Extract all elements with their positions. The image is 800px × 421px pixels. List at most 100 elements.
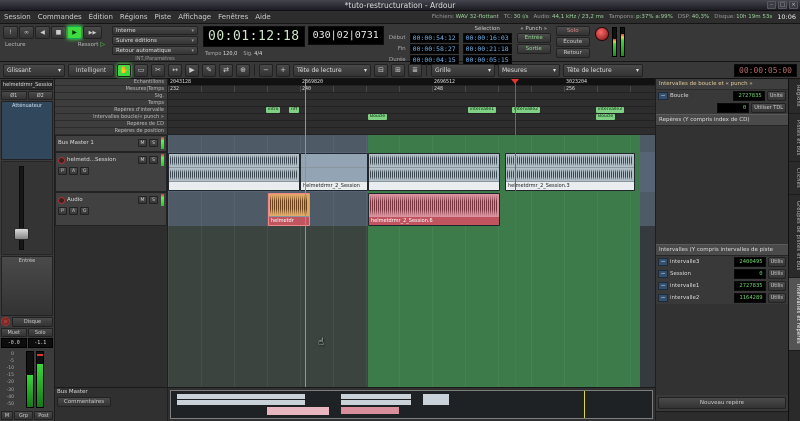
menu-regions[interactable]: Régions xyxy=(120,13,148,21)
tab-snapshots[interactable]: Clichés xyxy=(789,162,800,195)
playlist-button[interactable]: P xyxy=(58,207,67,215)
audio-region[interactable]: helmetdrmr_2_Session.6 xyxy=(368,193,500,226)
tempo-signature-readout[interactable]: Tempo 120,0 Sig. 4/4 xyxy=(203,51,305,57)
play-button[interactable]: ▶ xyxy=(67,26,82,39)
ruler-loop-punch[interactable]: Boucle Boucle xyxy=(168,114,655,121)
follow-edits-dropdown[interactable]: Suivre éditions▾ xyxy=(112,36,198,45)
expand-tracks-button[interactable]: ⊞ xyxy=(391,64,405,77)
fit-tracks-button[interactable]: ⊟ xyxy=(374,64,388,77)
grid-mode-dropdown[interactable]: Grille▾ xyxy=(431,64,495,77)
solo-button[interactable]: Solo xyxy=(28,328,54,337)
track-name[interactable]: Bus Master xyxy=(57,389,165,395)
range-tool-button[interactable]: ▭ xyxy=(134,64,148,77)
menu-fenetres[interactable]: Fenêtres xyxy=(218,13,248,21)
grab-tool-button[interactable]: ✋ xyxy=(117,64,131,77)
use-button[interactable]: Utilis xyxy=(768,281,786,291)
snap-mode-dropdown[interactable]: Tête de lecture▾ xyxy=(563,64,643,77)
use-button[interactable]: Utilis xyxy=(768,293,786,303)
tab-ranges-marks[interactable]: Intervalles et repères xyxy=(789,278,800,351)
track-canvas[interactable]: helmetdrmr_2_Session helmetdrmr_2_Sessio… xyxy=(168,135,655,387)
tab-track-groups[interactable]: Groupes de pistes et bus xyxy=(789,195,800,278)
track-solo-button[interactable]: S xyxy=(149,139,158,147)
zoom-focus-dropdown[interactable]: Tête de lecture▾ xyxy=(293,64,371,77)
playlist-button[interactable]: P xyxy=(58,167,67,175)
comments-button[interactable]: Commentaires xyxy=(57,397,111,407)
primary-clock[interactable]: 00:01:12:18 xyxy=(203,26,305,47)
ruler-cd-markers[interactable] xyxy=(168,121,655,128)
ruler-sig[interactable] xyxy=(168,93,655,100)
solo-button[interactable]: Solo xyxy=(556,26,590,36)
internal-edit-tool-button[interactable]: ⇄ xyxy=(219,64,233,77)
loop-button[interactable]: ∞ xyxy=(19,26,34,39)
menu-aide[interactable]: Aide xyxy=(255,13,270,21)
automation-button[interactable]: A xyxy=(69,167,78,175)
grid-unit-dropdown[interactable]: Mesures▾ xyxy=(498,64,560,77)
ruler-tempo[interactable] xyxy=(168,100,655,107)
loop-range-value[interactable]: 2727835 xyxy=(733,91,765,101)
stretch-tool-button[interactable]: ↔ xyxy=(168,64,182,77)
gain-readout[interactable]: -0.0 xyxy=(1,338,27,348)
ruler-range-markers[interactable]: intro riff intervalle1 intervalle2 inter… xyxy=(168,107,655,114)
range-marker[interactable]: intervalle2 xyxy=(512,107,540,113)
phase-2-button[interactable]: Ø2 xyxy=(28,91,54,100)
range-marker[interactable]: riff xyxy=(289,107,299,113)
auto-return-dropdown[interactable]: Retour automatique▾ xyxy=(112,46,198,55)
track-mute-button[interactable]: M xyxy=(138,196,147,204)
track-mute-button[interactable]: M xyxy=(138,139,147,147)
rewind-button[interactable]: ◀ xyxy=(35,26,50,39)
use-button[interactable]: Utilis xyxy=(768,257,786,267)
track-name[interactable]: Audio xyxy=(67,197,136,203)
track-record-button[interactable] xyxy=(58,157,65,164)
track-header-helmetdrmr[interactable]: helmetd...Session M S P A G xyxy=(55,152,167,192)
range-icon[interactable]: − xyxy=(658,282,668,290)
range-icon[interactable]: − xyxy=(658,294,668,302)
fast-forward-button[interactable]: ▶▶ xyxy=(83,26,102,39)
use-button[interactable]: Utilis xyxy=(768,269,786,279)
audio-region[interactable] xyxy=(168,153,300,191)
track-header-bus-master-bottom[interactable]: Bus Master Commentaires xyxy=(55,388,168,421)
audition-tool-button[interactable]: ▶ xyxy=(185,64,199,77)
group-button[interactable]: G xyxy=(80,167,89,175)
track-name[interactable]: helmetd...Session xyxy=(67,157,136,163)
metering-point-button[interactable]: M xyxy=(1,411,13,420)
audio-region[interactable] xyxy=(368,153,500,191)
punch-end-clock[interactable]: 00:00:58:27 xyxy=(410,44,459,54)
phase-1-button[interactable]: Ø1 xyxy=(1,91,27,100)
punch-start-clock[interactable]: 00:00:54:12 xyxy=(410,33,459,43)
track-solo-button[interactable]: S xyxy=(149,196,158,204)
automation-button[interactable]: A xyxy=(69,207,78,215)
audio-region[interactable]: helmetdrmr_2_Session xyxy=(300,153,368,191)
strip-track-name[interactable]: helmetdrmr_Session xyxy=(1,80,53,90)
sync-source-dropdown[interactable]: Interne▾ xyxy=(112,26,198,35)
maximize-button[interactable]: □ xyxy=(778,1,787,9)
secondary-clock[interactable]: 030|02|0731 xyxy=(308,26,384,45)
post-button[interactable]: Post xyxy=(34,411,53,420)
range-icon[interactable]: − xyxy=(658,92,668,100)
new-marker-button[interactable]: Nouveau repère xyxy=(658,397,786,409)
draw-tool-button[interactable]: ✎ xyxy=(202,64,216,77)
menu-commandes[interactable]: Commandes xyxy=(38,13,82,21)
use-playhead-button[interactable]: Utiliser TDL xyxy=(751,103,786,113)
loop-marker[interactable]: Boucle xyxy=(596,114,615,120)
menu-piste[interactable]: Piste xyxy=(155,13,172,21)
close-button[interactable]: × xyxy=(789,1,798,9)
zoom-tool-button[interactable]: ⊕ xyxy=(236,64,250,77)
layer-display-button[interactable]: ≣ xyxy=(408,64,422,77)
midi-panic-button[interactable]: ! xyxy=(3,26,18,39)
ruler-location-markers[interactable] xyxy=(168,128,655,135)
edit-mode-dropdown[interactable]: Glissant▾ xyxy=(3,64,65,77)
nudge-clock[interactable]: 00:00:05:00 xyxy=(734,64,797,77)
smart-mode-button[interactable]: Intelligent xyxy=(68,64,114,77)
selection-end-clock[interactable]: 00:00:21:18 xyxy=(463,44,512,54)
range-icon[interactable]: − xyxy=(658,270,668,278)
punch-out-button[interactable]: Sortie xyxy=(517,44,551,54)
range-marker[interactable]: intro xyxy=(266,107,280,113)
track-mute-button[interactable]: M xyxy=(138,156,147,164)
peak-readout[interactable]: -1.1 xyxy=(28,338,54,348)
group-button[interactable]: Grp xyxy=(14,411,33,420)
input-button[interactable]: Entrée xyxy=(1,256,53,315)
audio-region[interactable]: helmetdrmr_2_Session.3 xyxy=(505,153,635,191)
punch-in-button[interactable]: Entrée xyxy=(517,33,551,43)
tab-tracks-buses[interactable]: Pistes et bus xyxy=(789,114,800,163)
record-enable-button[interactable] xyxy=(1,317,10,326)
